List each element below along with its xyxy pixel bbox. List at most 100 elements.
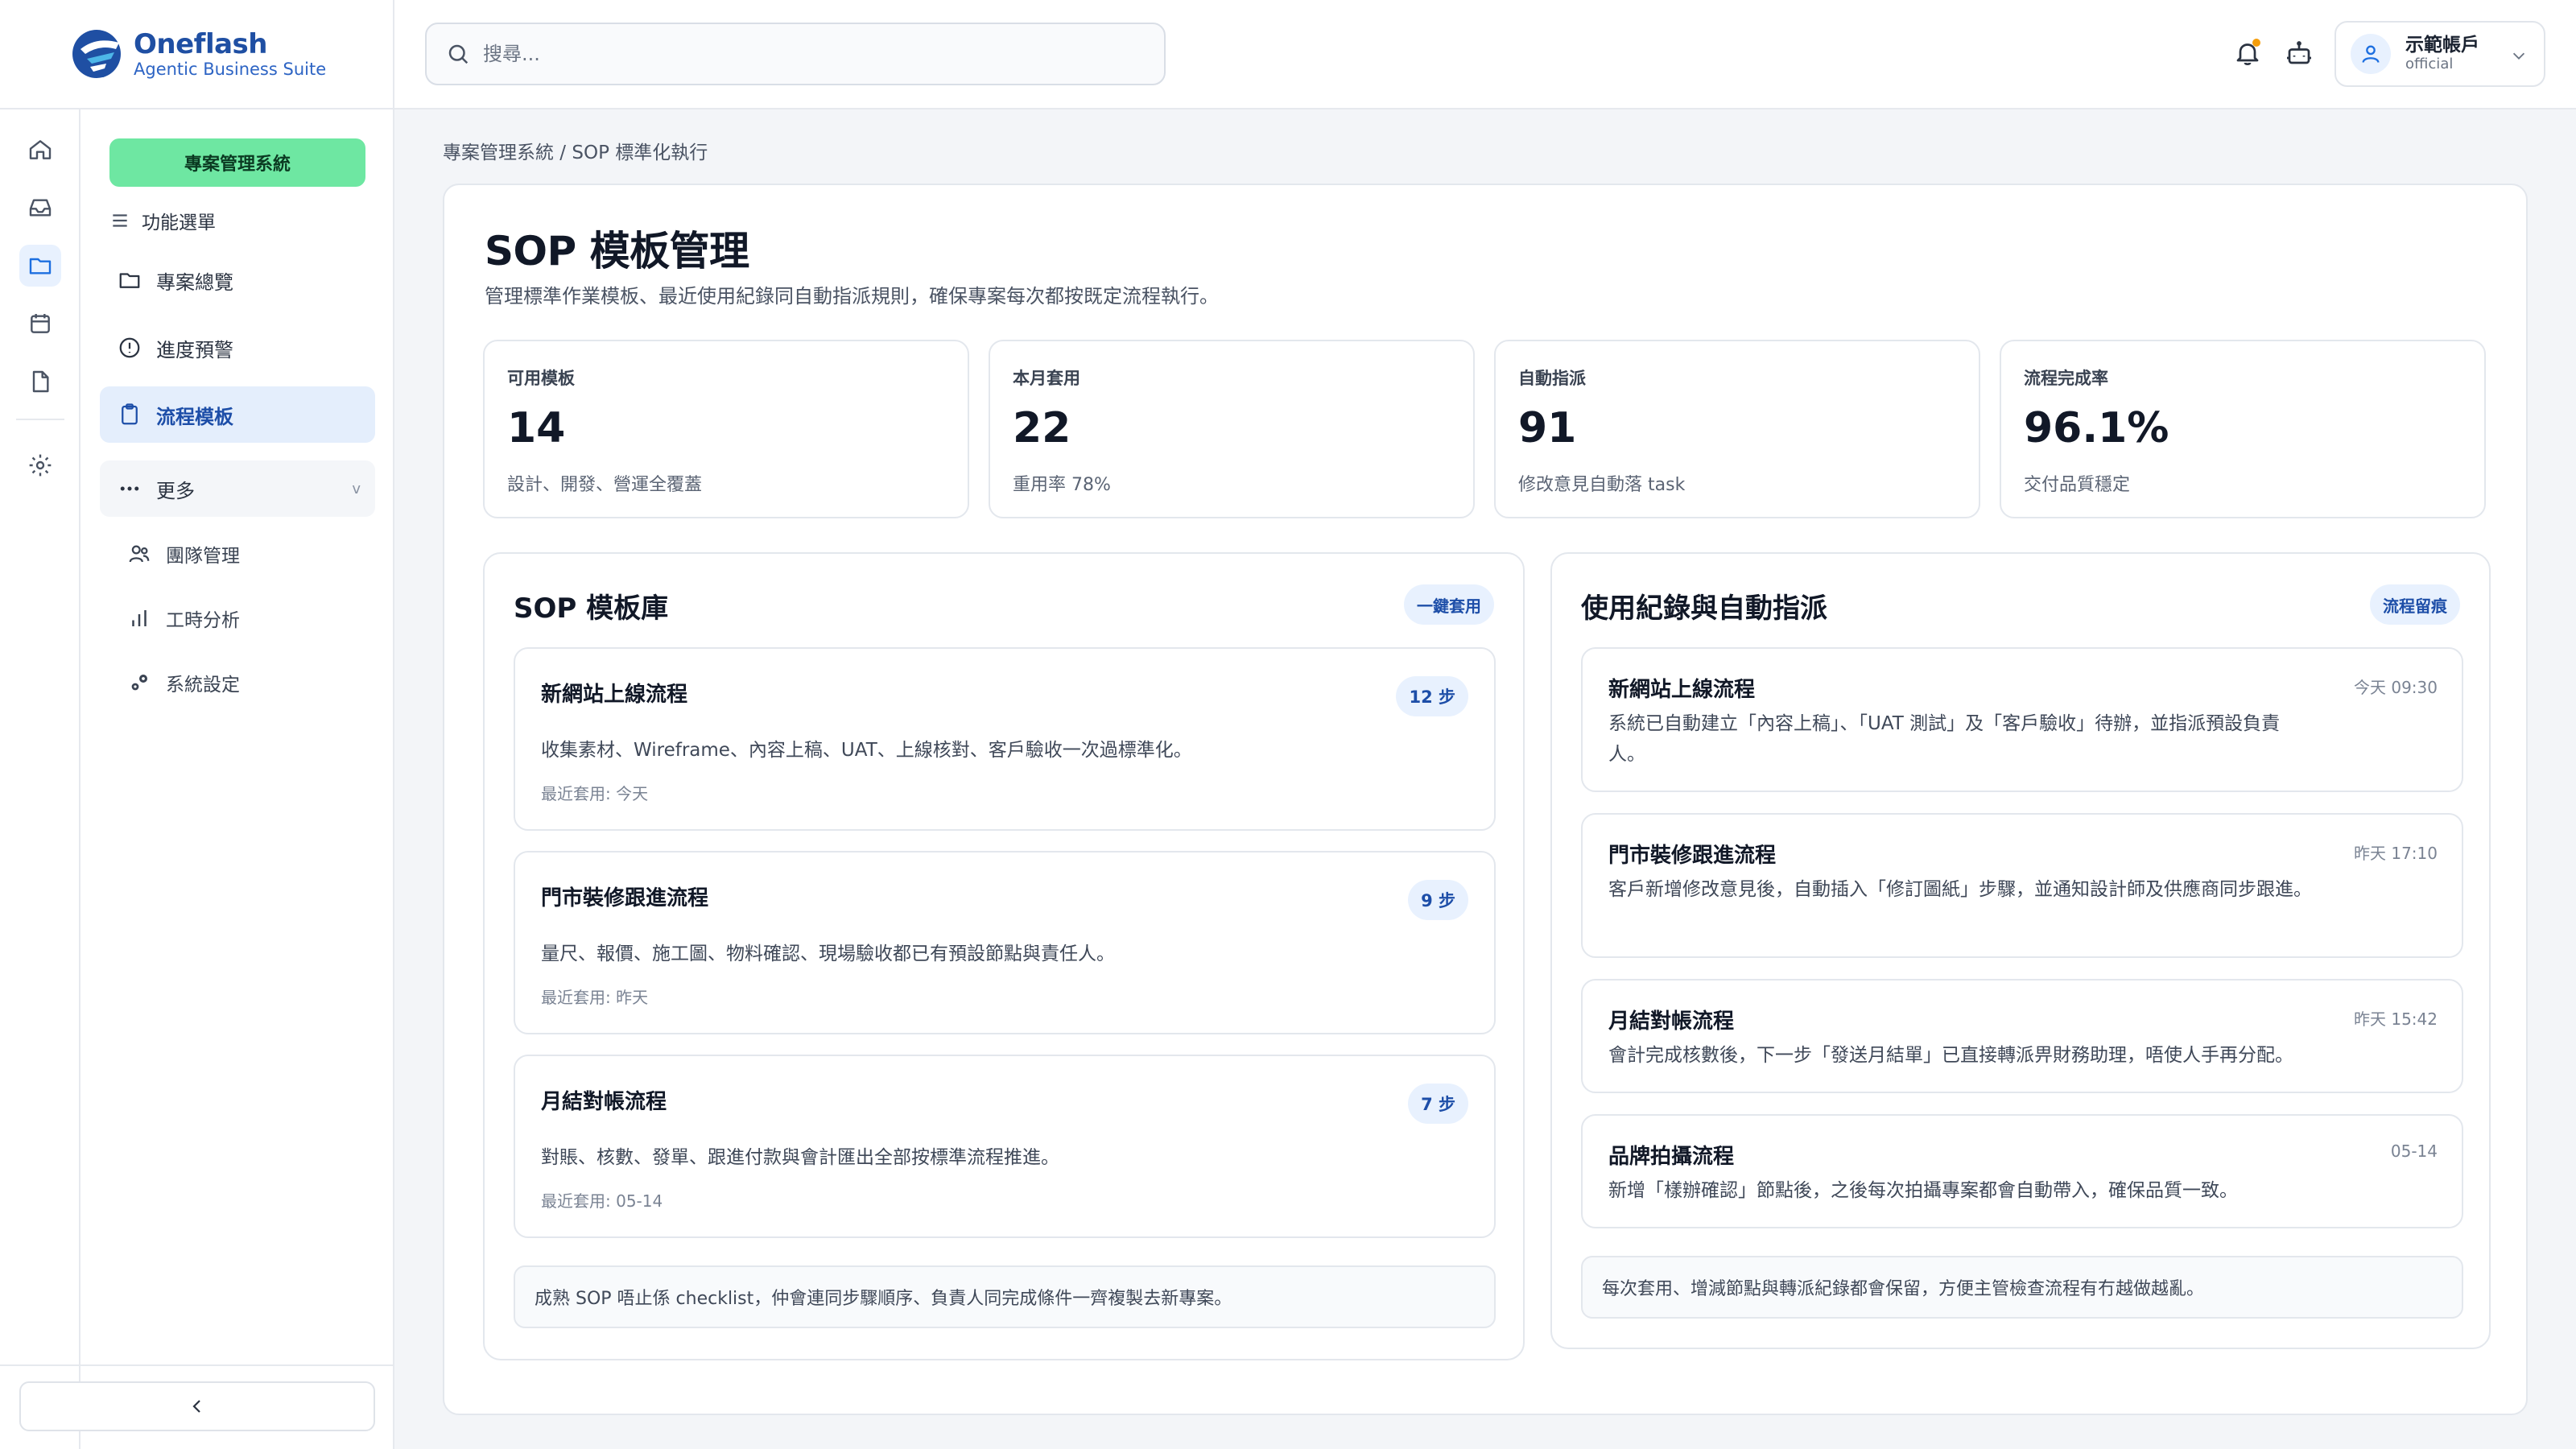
- log-entry[interactable]: 門市裝修跟進流程 昨天 17:10 客戶新增修改意見後，自動插入「修訂圖紙」步驟…: [1581, 813, 2463, 958]
- sidebar-item-label: 進度預警: [156, 338, 233, 361]
- stat-label: 本月套用: [1013, 369, 1080, 388]
- stat-value: 14: [507, 404, 566, 452]
- sidebar-item-label: 更多: [156, 479, 195, 502]
- log-template-name: 門市裝修跟進流程: [1608, 844, 1777, 868]
- gear-icon: [29, 454, 52, 477]
- log-template-name: 月結對帳流程: [1608, 1009, 1735, 1034]
- template-description: 對賬、核數、發單、跟進付款與會計匯出全部按標準流程推進。: [541, 1147, 1059, 1168]
- icon-rail: [0, 0, 80, 1449]
- clipboard-icon: [122, 403, 138, 425]
- folder-icon: [29, 258, 52, 275]
- oneflash-logo-icon: [72, 30, 121, 78]
- content-panel: SOP 模板管理 管理標準作業模板、最近使用紀錄同自動指派規則，確保專案每次都按…: [443, 184, 2528, 1415]
- sop-library-title: SOP 模板庫: [514, 592, 669, 625]
- notification-dot: [2252, 39, 2260, 47]
- stat-note: 重用率 78%: [1013, 475, 1111, 495]
- log-timestamp: 昨天 17:10: [2354, 844, 2438, 863]
- usage-log-card: 使用紀錄與自動指派 流程留痕 新網站上線流程 今天 09:30 系統已自動建立「…: [1550, 552, 2491, 1349]
- sidebar-footer-divider: [0, 1364, 394, 1366]
- search-box[interactable]: [425, 23, 1166, 85]
- ai-assistant-button[interactable]: [2281, 35, 2317, 71]
- menu-header-label: 功能選單: [142, 213, 216, 233]
- rail-divider: [16, 419, 64, 420]
- audit-trail-button[interactable]: 流程留痕: [2370, 584, 2460, 625]
- sidebar-subitem-settings[interactable]: 系統設定: [127, 663, 240, 703]
- hamburger-icon: [113, 214, 127, 227]
- robot-icon: [2287, 41, 2311, 64]
- stat-card-auto-assign: 自動指派 91 修改意見自動落 task: [1494, 340, 1980, 518]
- calendar-icon: [31, 314, 50, 333]
- rail-documents-button[interactable]: [19, 361, 61, 402]
- log-entry[interactable]: 月結對帳流程 昨天 15:42 會計完成核數後，下一步「發送月結單」已直接轉派畀…: [1581, 979, 2463, 1093]
- sidebar: 專案管理系統 功能選單 專案總覽 進度預警 流程模板 更多 v 團隊管理 工時分…: [80, 109, 394, 1449]
- collapse-sidebar-button[interactable]: [19, 1381, 375, 1431]
- template-name: 門市裝修跟進流程: [541, 886, 709, 910]
- sidebar-item-label: 專案總覽: [156, 270, 233, 294]
- stat-card-templates: 可用模板 14 設計、開發、營運全覆蓋: [483, 340, 969, 518]
- log-timestamp: 昨天 15:42: [2354, 1009, 2438, 1029]
- log-description: 客戶新增修改意見後，自動插入「修訂圖紙」步驟，並通知設計師及供應商同步跟進。: [1608, 879, 2312, 900]
- rail-settings-button[interactable]: [19, 444, 61, 486]
- account-menu-button[interactable]: 示範帳戶 official: [2334, 21, 2545, 87]
- log-description: 會計完成核數後，下一步「發送月結單」已直接轉派畀財務助理，唔使人手再分配。: [1608, 1045, 2293, 1066]
- sidebar-subitem-label: 系統設定: [166, 675, 240, 696]
- user-icon: [2362, 45, 2380, 63]
- home-icon: [29, 140, 52, 159]
- sidebar-item-overview[interactable]: 專案總覽: [100, 252, 375, 308]
- template-step-badge: 7 步: [1408, 1084, 1468, 1124]
- log-timestamp: 今天 09:30: [2354, 678, 2438, 697]
- rail-calendar-button[interactable]: [19, 303, 61, 345]
- template-card[interactable]: 門市裝修跟進流程 9 步 量尺、報價、施工圖、物料確認、現場驗收都已有預設節點與…: [514, 851, 1496, 1034]
- notifications-button[interactable]: [2230, 35, 2265, 71]
- module-switch-button[interactable]: 專案管理系統: [109, 138, 365, 187]
- avatar: [2351, 34, 2391, 74]
- page-description: 管理標準作業模板、最近使用紀錄同自動指派規則，確保專案每次都按既定流程執行。: [485, 285, 1219, 308]
- account-name: 示範帳戶: [2405, 35, 2479, 56]
- search-icon: [448, 44, 469, 64]
- sidebar-subitem-team[interactable]: 團隊管理: [127, 534, 240, 574]
- template-card[interactable]: 月結對帳流程 7 步 對賬、核數、發單、跟進付款與會計匯出全部按標準流程推進。 …: [514, 1055, 1496, 1238]
- stat-note: 交付品質穩定: [2024, 475, 2131, 495]
- rail-home-button[interactable]: [19, 129, 61, 171]
- rail-projects-button[interactable]: [19, 245, 61, 287]
- sop-library-card: SOP 模板庫 一鍵套用 新網站上線流程 12 步 收集素材、Wireframe…: [483, 552, 1525, 1360]
- apply-template-button[interactable]: 一鍵套用: [1404, 584, 1494, 625]
- template-name: 新網站上線流程: [541, 683, 688, 707]
- log-entry[interactable]: 品牌拍攝流程 05-14 新增「樣辦確認」節點後，之後每次拍攝專案都會自動帶入，…: [1581, 1114, 2463, 1228]
- brand-logo[interactable]: Oneflash Agentic Business Suite: [0, 0, 394, 109]
- sidebar-subitem-label: 工時分析: [166, 610, 240, 631]
- log-entry[interactable]: 新網站上線流程 今天 09:30 系統已自動建立「內容上稿」、「UAT 測試」及…: [1581, 647, 2463, 792]
- breadcrumb: 專案管理系統 / SOP 標準化執行: [443, 142, 708, 163]
- log-template-name: 新網站上線流程: [1608, 678, 1756, 702]
- template-last-used: 最近套用: 05-14: [541, 1191, 663, 1211]
- sidebar-item-alerts[interactable]: 進度預警: [100, 320, 375, 376]
- sidebar-item-templates[interactable]: 流程模板: [100, 386, 375, 443]
- alert-circle-icon: [119, 337, 140, 358]
- log-description: 系統已自動建立「內容上稿」、「UAT 測試」及「客戶驗收」待辦，並指派預設負責人…: [1608, 713, 2281, 765]
- template-description: 量尺、報價、施工圖、物料確認、現場驗收都已有預設節點與責任人。: [541, 943, 1115, 964]
- template-last-used: 最近套用: 昨天: [541, 988, 649, 1007]
- brand-name: Oneflash: [134, 27, 268, 60]
- template-description: 收集素材、Wireframe、內容上稿、UAT、上線核對、客戶驗收一次過標準化。: [541, 740, 1192, 761]
- stat-value: 96.1%: [2024, 404, 2169, 452]
- menu-header[interactable]: 功能選單: [109, 206, 216, 235]
- sidebar-item-more[interactable]: 更多 v: [100, 460, 375, 517]
- users-icon: [129, 545, 150, 563]
- library-footnote: 成熟 SOP 唔止係 checklist，仲會連同步驟順序、負責人同完成條件一齊…: [514, 1265, 1496, 1328]
- log-description: 新增「樣辦確認」節點後，之後每次拍攝專案都會自動帶入，確保品質一致。: [1608, 1180, 2238, 1201]
- folder-icon: [119, 273, 140, 288]
- inbox-icon: [29, 199, 52, 217]
- sidebar-subitem-timesheet[interactable]: 工時分析: [127, 598, 240, 638]
- template-card[interactable]: 新網站上線流程 12 步 收集素材、Wireframe、內容上稿、UAT、上線核…: [514, 647, 1496, 831]
- search-input[interactable]: [483, 43, 1127, 65]
- rail-inbox-button[interactable]: [19, 187, 61, 229]
- log-footnote: 每次套用、增減節點與轉派紀錄都會保留，方便主管檢查流程有冇越做越亂。: [1581, 1256, 2463, 1319]
- more-dots-icon: [120, 486, 139, 491]
- sidebar-item-label: 流程模板: [156, 405, 233, 428]
- stat-label: 可用模板: [507, 369, 575, 388]
- gears-icon: [131, 675, 147, 691]
- bar-chart-icon: [132, 610, 147, 626]
- stat-card-completion-rate: 流程完成率 96.1% 交付品質穩定: [2000, 340, 2486, 518]
- chevron-down-icon: [2512, 52, 2525, 60]
- account-role: official: [2405, 55, 2454, 72]
